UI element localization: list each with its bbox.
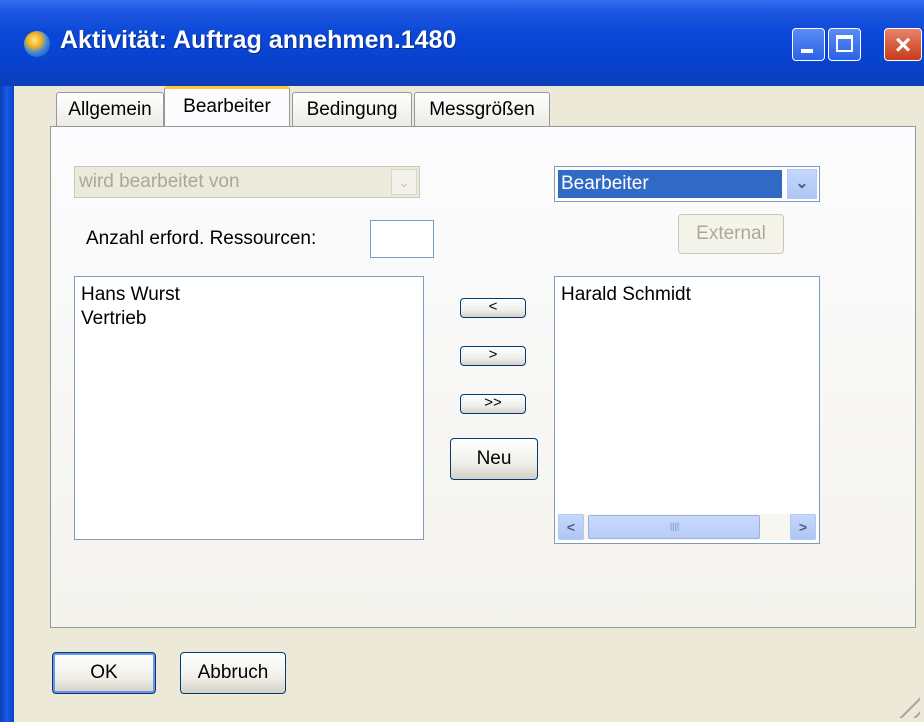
relation-combo: wird bearbeitet von ⌄ bbox=[74, 166, 420, 198]
resource-count-input[interactable] bbox=[370, 220, 434, 258]
resource-type-value: Bearbeiter bbox=[558, 170, 782, 198]
tab-bearbeiter[interactable]: Bearbeiter bbox=[164, 86, 290, 126]
assigned-resources-list[interactable]: Harald Schmidt < IIII > bbox=[554, 276, 820, 544]
scroll-right-arrow-icon[interactable]: > bbox=[790, 514, 816, 540]
list-item[interactable]: Hans Wurst bbox=[75, 283, 423, 307]
close-icon: × bbox=[894, 29, 912, 60]
maximize-icon bbox=[836, 35, 853, 52]
ok-button[interactable]: OK bbox=[52, 652, 156, 694]
minimize-button[interactable] bbox=[792, 28, 825, 61]
tab-allgemein[interactable]: Allgemein bbox=[56, 92, 164, 126]
move-right-button[interactable]: > bbox=[460, 346, 526, 366]
move-left-button[interactable]: < bbox=[460, 298, 526, 318]
tab-messgroessen[interactable]: Messgrößen bbox=[414, 92, 550, 126]
list-item[interactable]: Harald Schmidt bbox=[555, 283, 819, 307]
resize-grip-icon[interactable] bbox=[892, 690, 920, 718]
resource-type-combo[interactable]: Bearbeiter ⌄ bbox=[554, 166, 820, 202]
tab-bedingung[interactable]: Bedingung bbox=[292, 92, 412, 126]
minimize-icon bbox=[801, 49, 813, 53]
window-title: Aktivität: Auftrag annehmen.1480 bbox=[60, 26, 457, 54]
scroll-left-arrow-icon[interactable]: < bbox=[558, 514, 584, 540]
chevron-down-icon: ⌄ bbox=[391, 169, 417, 195]
close-button[interactable]: × bbox=[884, 28, 922, 61]
external-button: External bbox=[678, 214, 784, 254]
maximize-button[interactable] bbox=[828, 28, 861, 61]
title-bar[interactable]: Aktivität: Auftrag annehmen.1480 × bbox=[0, 0, 924, 86]
chevron-down-icon[interactable]: ⌄ bbox=[787, 169, 817, 199]
scrollbar-thumb[interactable]: IIII bbox=[588, 515, 760, 539]
list-item[interactable]: Vertrieb bbox=[75, 307, 423, 331]
move-all-button[interactable]: >> bbox=[460, 394, 526, 414]
relation-combo-value: wird bearbeitet von bbox=[79, 171, 240, 192]
resource-count-label: Anzahl erford. Ressourcen: bbox=[86, 228, 317, 249]
cancel-button[interactable]: Abbruch bbox=[180, 652, 286, 694]
app-globe-icon bbox=[24, 31, 50, 57]
horizontal-scrollbar[interactable]: < IIII > bbox=[558, 514, 816, 540]
dialog-window: Aktivität: Auftrag annehmen.1480 × Allge… bbox=[0, 0, 924, 722]
available-resources-list[interactable]: Hans Wurst Vertrieb bbox=[74, 276, 424, 540]
new-button[interactable]: Neu bbox=[450, 438, 538, 480]
window-frame-left bbox=[0, 86, 14, 722]
